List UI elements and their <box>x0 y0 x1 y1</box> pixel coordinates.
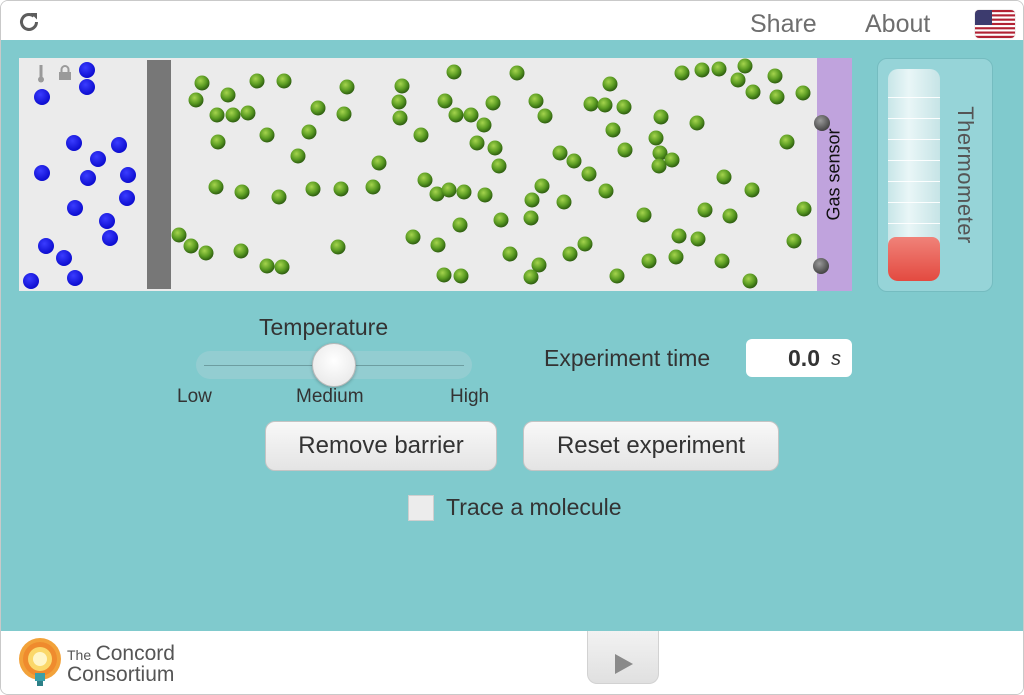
experiment-time-value: 0.0 <box>788 345 820 371</box>
reload-icon[interactable] <box>17 10 41 34</box>
temperature-slider-handle[interactable] <box>312 343 356 387</box>
play-icon <box>615 654 633 674</box>
main-panel: Gas sensor Thermometer Temperature Low M… <box>1 40 1023 631</box>
experiment-time-unit: s <box>831 348 841 370</box>
slider-low-label: Low <box>177 386 212 407</box>
slider-medium-label: Medium <box>296 386 364 407</box>
share-link[interactable]: Share <box>750 10 817 39</box>
logo-the: The <box>67 647 92 663</box>
concord-logo-text: The Concord Consortium <box>67 642 175 686</box>
app-frame: Share About Gas sensor Thermometer Tempe… <box>0 0 1024 695</box>
experiment-time-label: Experiment time <box>544 345 711 371</box>
thermometer-fill <box>888 237 940 281</box>
us-flag-icon[interactable] <box>975 10 1015 38</box>
experiment-time-display: 0.0 s <box>746 339 852 377</box>
trace-molecule-checkbox[interactable] <box>408 495 434 521</box>
thermometer-label: Thermometer <box>953 106 979 244</box>
remove-barrier-button[interactable]: Remove barrier <box>265 421 497 471</box>
thermometer-tube <box>888 69 940 281</box>
sensor-molecule <box>813 258 829 274</box>
reset-experiment-button[interactable]: Reset experiment <box>523 421 779 471</box>
slider-high-label: High <box>450 386 490 407</box>
logo-concord: Concord <box>95 642 175 665</box>
thermometer-panel: Thermometer <box>877 58 993 292</box>
sensor-molecule <box>814 115 830 131</box>
temperature-title: Temperature <box>259 314 389 340</box>
sensor-dots <box>813 115 830 274</box>
about-link[interactable]: About <box>865 10 930 39</box>
play-button[interactable] <box>587 631 659 684</box>
logo-consortium: Consortium <box>67 663 175 686</box>
trace-molecule-label[interactable]: Trace a molecule <box>446 494 622 521</box>
footer: The Concord Consortium <box>1 631 1023 694</box>
top-bar: Share About <box>1 1 1023 40</box>
concord-logo-icon <box>19 638 61 686</box>
simulation-area: Gas sensor <box>19 58 852 291</box>
